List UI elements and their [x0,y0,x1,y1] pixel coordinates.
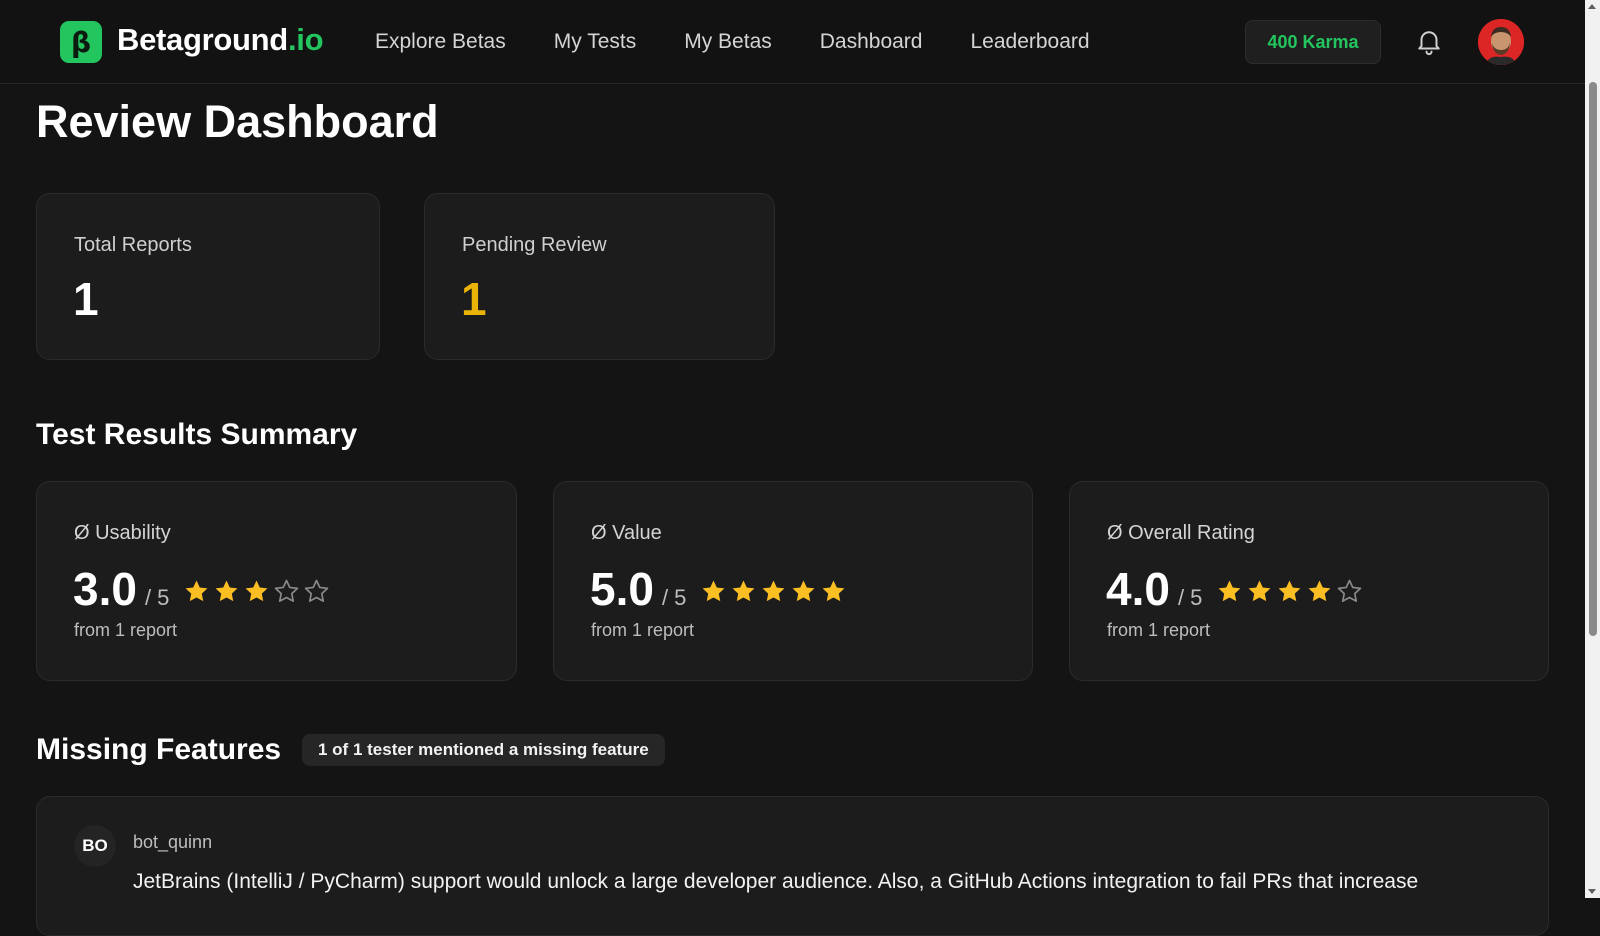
logo-wordmark[interactable]: Betaground.io [117,22,324,58]
nav-leaderboard[interactable]: Leaderboard [970,29,1089,55]
usability-card: Ø Usability 3.0 / 5 from 1 report [36,481,517,681]
value-card: Ø Value 5.0 / 5 from 1 report [553,481,1033,681]
total-reports-label: Total Reports [74,234,192,256]
tester-comment: JetBrains (IntelliJ / PyCharm) support w… [133,870,1419,893]
nav-explore-betas[interactable]: Explore Betas [375,29,506,55]
star-filled-icon [763,579,785,601]
overall-rating-label: Ø Overall Rating [1107,522,1255,544]
value-label: Ø Value [591,522,662,544]
user-avatar[interactable] [1478,19,1524,65]
overall-stars [1216,578,1363,605]
star-filled-icon [1309,579,1331,601]
star-filled-icon [246,579,268,601]
nav-my-betas[interactable]: My Betas [684,29,772,55]
scroll-up-arrow-icon[interactable] [1588,4,1596,9]
tester-name: bot_quinn [133,832,213,852]
star-empty-icon [305,579,329,602]
pending-review-value: 1 [461,273,487,325]
star-filled-icon [1219,579,1241,601]
missing-features-title: Missing Features [36,733,282,766]
pending-review-card: Pending Review 1 [424,193,775,360]
usability-score: 3.0 [73,563,137,615]
page-scrollbar[interactable] [1585,0,1600,898]
value-max: / 5 [661,585,687,610]
main-nav: Explore Betas My Tests My Betas Dashboar… [375,29,1138,55]
star-filled-icon [216,579,238,601]
nav-my-tests[interactable]: My Tests [554,29,636,55]
star-empty-icon [275,579,299,602]
total-reports-card: Total Reports 1 [36,193,380,360]
scroll-thumb[interactable] [1589,82,1597,636]
overall-rating-card: Ø Overall Rating 4.0 / 5 from 1 report [1069,481,1549,681]
logo-tld: .io [287,22,324,57]
logo-icon[interactable]: β [60,21,102,63]
pending-review-label: Pending Review [462,234,607,256]
star-filled-icon [1279,579,1301,601]
usability-max: / 5 [144,585,170,610]
page-title: Review Dashboard [36,96,439,147]
total-reports-value: 1 [73,273,99,325]
star-filled-icon [1249,579,1271,601]
overall-score-row: 4.0 / 5 [1106,562,1363,616]
scroll-down-arrow-icon[interactable] [1588,889,1596,894]
overall-score: 4.0 [1106,563,1170,615]
value-stars [700,578,847,605]
usability-stars [183,578,330,605]
star-filled-icon [703,579,725,601]
missing-feature-entry: BO bot_quinn JetBrains (IntelliJ / PyCha… [36,796,1549,936]
star-empty-icon [1338,579,1362,602]
usability-score-row: 3.0 / 5 [73,562,330,616]
star-filled-icon [823,579,845,601]
star-filled-icon [793,579,815,601]
bell-icon[interactable] [1414,25,1444,57]
usability-label: Ø Usability [74,522,171,544]
overall-max: / 5 [1177,585,1203,610]
star-filled-icon [186,579,208,601]
karma-badge[interactable]: 400 Karma [1245,20,1381,64]
summary-title: Test Results Summary [36,418,358,451]
value-report-count: from 1 report [591,620,695,640]
top-navigation-bar: β Betaground.io Explore Betas My Tests M… [0,0,1585,84]
tester-avatar: BO [74,825,116,867]
value-score: 5.0 [590,563,654,615]
star-filled-icon [733,579,755,601]
missing-features-count-badge: 1 of 1 tester mentioned a missing featur… [302,734,665,766]
value-score-row: 5.0 / 5 [590,562,847,616]
logo-name: Betaground [117,22,288,57]
nav-dashboard[interactable]: Dashboard [820,29,923,55]
overall-report-count: from 1 report [1107,620,1211,640]
usability-report-count: from 1 report [74,620,178,640]
